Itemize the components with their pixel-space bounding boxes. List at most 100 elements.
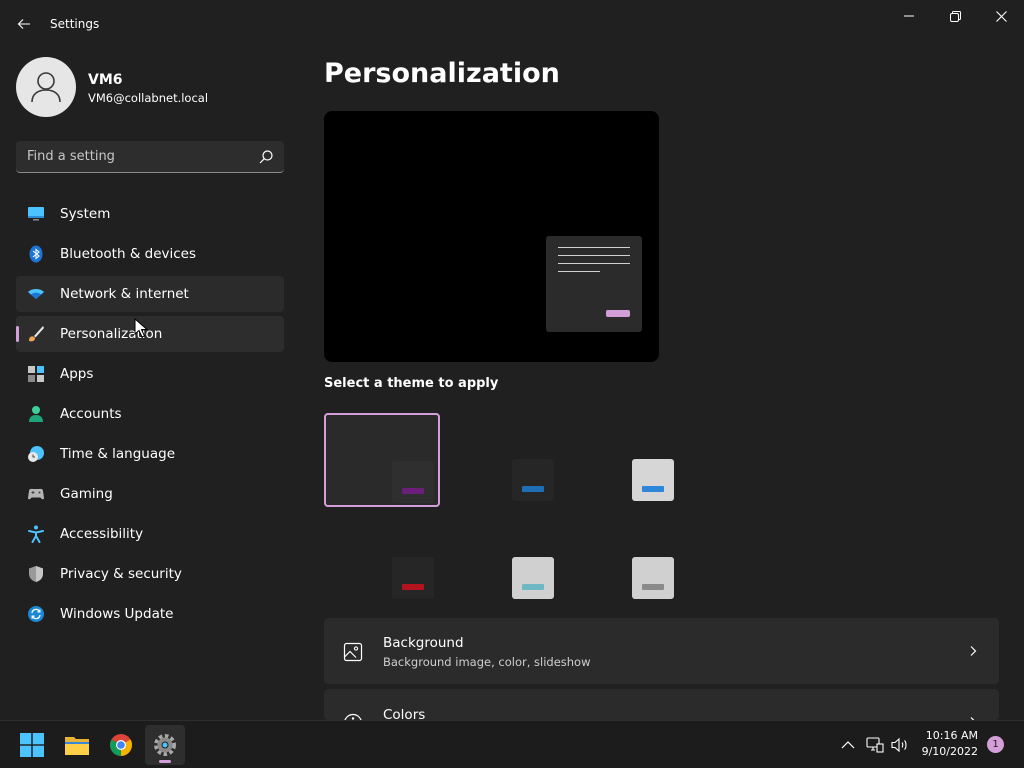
bluetooth-icon — [29, 245, 43, 263]
search-input[interactable] — [16, 141, 246, 172]
file-explorer-icon — [65, 737, 89, 755]
restore-icon — [949, 10, 961, 22]
title-bar: Settings — [0, 0, 1024, 48]
volume-tray-button[interactable] — [890, 735, 910, 755]
preview-accent-button — [606, 310, 630, 317]
sidebar-item-label: Apps — [60, 366, 94, 382]
user-email: VM6@collabnet.local — [88, 91, 209, 105]
sidebar-item-label: Gaming — [60, 486, 113, 502]
theme-accent — [522, 486, 544, 492]
theme-window — [632, 557, 674, 599]
time-language-icon — [28, 446, 44, 462]
app-title: Settings — [50, 17, 100, 31]
preview-line — [558, 255, 630, 256]
start-button[interactable] — [12, 725, 52, 765]
search-icon[interactable] — [258, 149, 274, 165]
sidebar-item-label: Accounts — [60, 406, 122, 422]
close-button[interactable] — [978, 0, 1024, 32]
sidebar-item-system[interactable]: System — [16, 196, 284, 232]
colors-setting-card[interactable]: Colors — [324, 689, 999, 720]
sidebar-item-time-language[interactable]: Time & language — [16, 436, 284, 472]
theme-preview — [324, 111, 659, 362]
mouse-cursor-icon — [134, 318, 148, 338]
start-icon — [20, 733, 44, 757]
sidebar-nav: System Bluetooth & devices Network & int… — [16, 196, 284, 636]
theme-option-5[interactable] — [474, 511, 590, 605]
sidebar-item-windows-update[interactable]: Windows Update — [16, 596, 284, 632]
sidebar-item-label: Network & internet — [60, 286, 189, 302]
background-setting-card[interactable]: Background Background image, color, slid… — [324, 618, 999, 684]
avatar[interactable] — [16, 57, 76, 117]
back-button[interactable] — [10, 10, 38, 38]
minimize-button[interactable] — [886, 0, 932, 32]
sidebar-item-label: Windows Update — [60, 606, 174, 622]
paintbrush-icon — [29, 326, 44, 342]
clock-date[interactable]: 9/10/2022 — [912, 745, 978, 758]
show-hidden-icons-button[interactable] — [838, 735, 858, 755]
shield-icon — [29, 566, 43, 582]
sidebar-item-bluetooth[interactable]: Bluetooth & devices — [16, 236, 284, 272]
accessibility-icon — [28, 525, 44, 543]
card-title: Colors — [383, 707, 426, 720]
gamepad-icon — [28, 488, 44, 500]
user-icon — [31, 72, 61, 103]
theme-accent — [402, 488, 424, 494]
theme-section-label: Select a theme to apply — [324, 376, 499, 391]
preview-line — [558, 263, 630, 264]
sidebar-item-label: Accessibility — [60, 526, 144, 542]
palette-icon — [344, 713, 362, 720]
preview-line — [558, 271, 600, 272]
theme-accent — [642, 584, 664, 590]
theme-option-4[interactable] — [354, 511, 470, 605]
theme-accent — [402, 584, 424, 590]
sidebar-item-gaming[interactable]: Gaming — [16, 476, 284, 512]
theme-accent — [522, 584, 544, 590]
volume-icon — [891, 737, 907, 753]
network-icon — [28, 289, 44, 299]
sidebar-item-label: Time & language — [60, 446, 176, 462]
page-title: Personalization — [324, 58, 560, 89]
file-explorer-button[interactable] — [57, 725, 97, 765]
sidebar-item-label: Privacy & security — [60, 566, 182, 582]
settings-icon — [154, 734, 176, 756]
chrome-icon — [110, 734, 132, 756]
theme-window — [512, 557, 554, 599]
clock-time[interactable]: 10:16 AM — [918, 729, 978, 742]
card-subtitle: Background image, color, slideshow — [383, 655, 591, 669]
sidebar-item-personalization[interactable]: Personalization — [16, 316, 284, 352]
sidebar-item-privacy-security[interactable]: Privacy & security — [16, 556, 284, 592]
minimize-icon — [904, 15, 914, 17]
back-arrow-icon — [17, 19, 30, 29]
active-app-indicator — [159, 760, 171, 763]
chrome-button[interactable] — [101, 725, 141, 765]
sidebar-item-network[interactable]: Network & internet — [16, 276, 284, 312]
theme-option-3[interactable] — [594, 413, 710, 507]
theme-option-2[interactable] — [474, 413, 590, 507]
image-icon — [343, 642, 363, 662]
network-tray-button[interactable] — [865, 735, 885, 755]
theme-option-6[interactable] — [594, 511, 710, 605]
taskbar — [0, 720, 1024, 768]
preview-window — [546, 236, 642, 332]
theme-window — [632, 459, 674, 501]
sidebar-item-accessibility[interactable]: Accessibility — [16, 516, 284, 552]
apps-icon — [28, 366, 44, 382]
chevron-right-icon — [970, 646, 977, 656]
system-icon — [28, 207, 44, 221]
settings-taskbar-button[interactable] — [145, 725, 185, 765]
accounts-icon — [29, 406, 43, 422]
sidebar-item-apps[interactable]: Apps — [16, 356, 284, 392]
restore-button[interactable] — [932, 0, 978, 32]
sidebar-item-accounts[interactable]: Accounts — [16, 396, 284, 432]
close-icon — [995, 10, 1007, 22]
theme-window — [512, 459, 554, 501]
theme-accent — [642, 486, 664, 492]
chevron-up-icon — [841, 741, 855, 749]
theme-option-1[interactable] — [324, 413, 440, 507]
notification-badge[interactable]: 1 — [987, 736, 1004, 753]
preview-line — [558, 247, 630, 248]
update-icon — [28, 606, 44, 622]
card-title: Background — [383, 635, 464, 651]
theme-window — [392, 461, 434, 503]
search-box[interactable] — [16, 141, 284, 173]
